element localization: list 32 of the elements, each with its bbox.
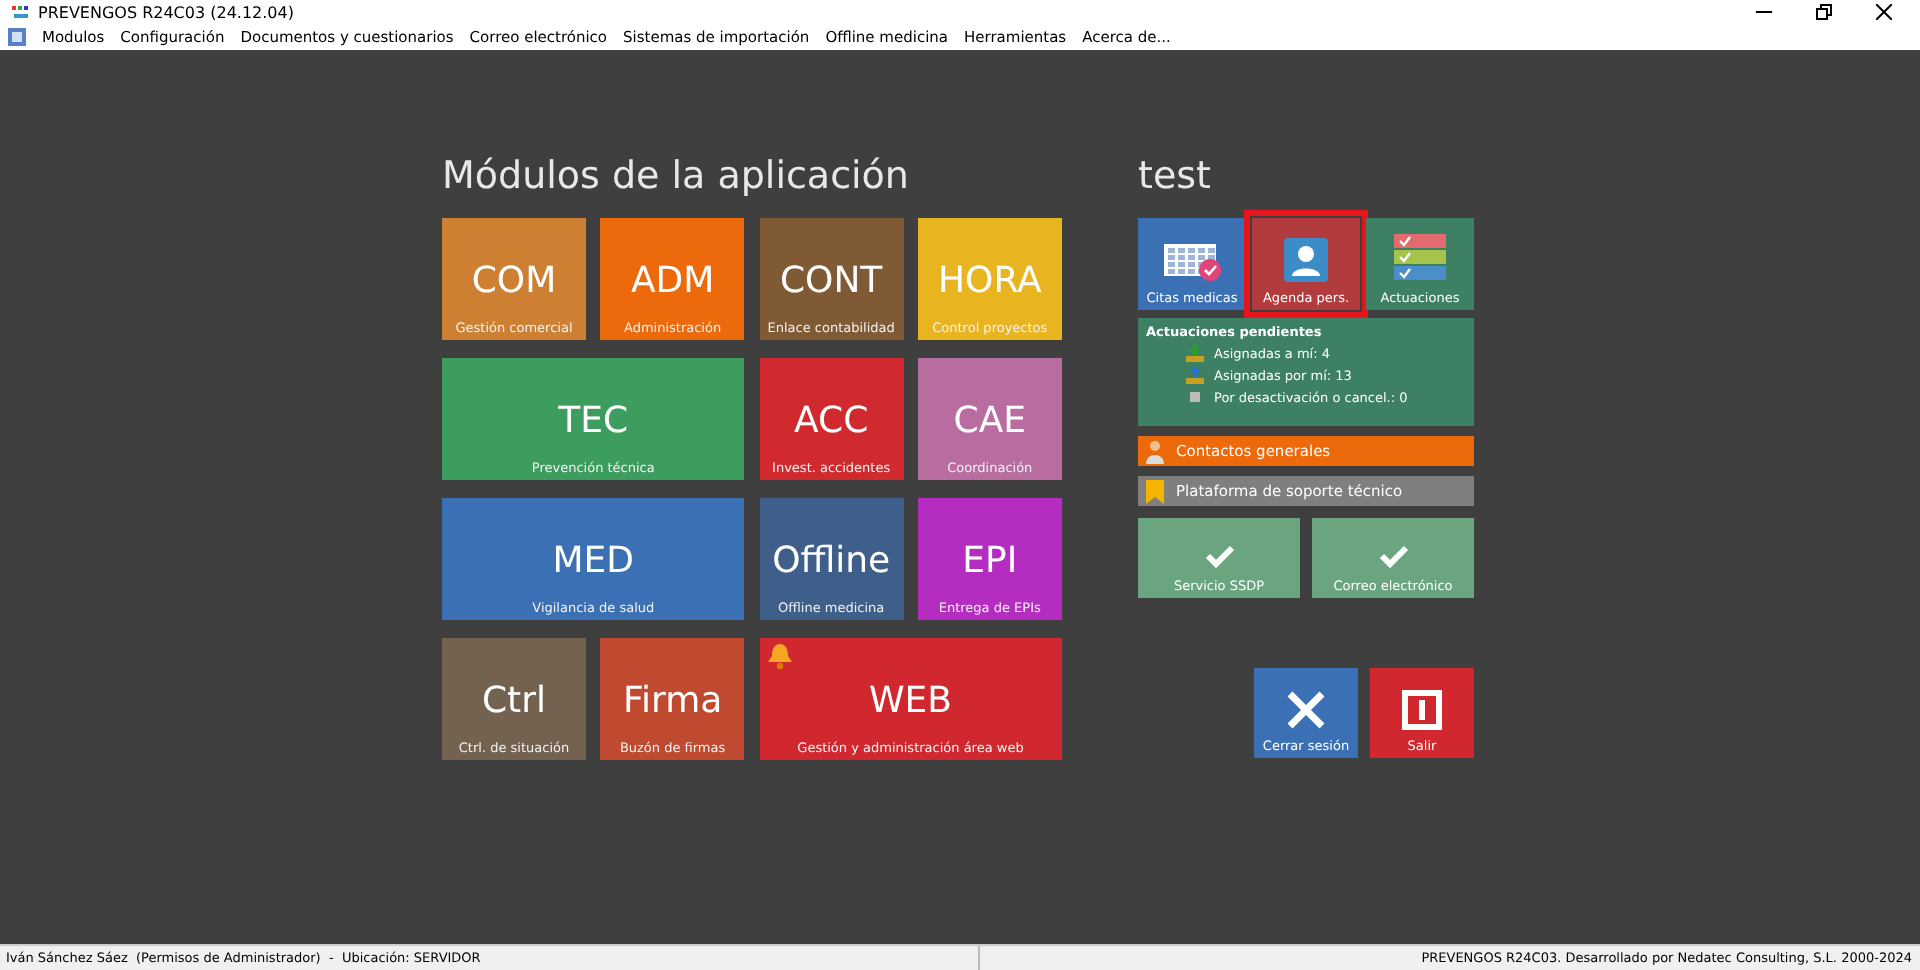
restore-icon[interactable] <box>1816 4 1832 20</box>
power-icon <box>1402 690 1442 730</box>
bookmark-icon <box>1146 479 1164 503</box>
module-code: WEB <box>868 680 952 724</box>
close-icon <box>1286 690 1326 730</box>
square-icon <box>1186 388 1204 406</box>
app-menu-icon[interactable] <box>8 28 26 46</box>
calendar-icon <box>1162 234 1222 282</box>
upload-tray-icon <box>1186 366 1204 384</box>
check-icon <box>1203 544 1235 568</box>
download-tray-icon <box>1186 344 1204 362</box>
section-heading: test <box>1138 154 1213 202</box>
check-icon <box>1377 544 1409 568</box>
module-code: Firma <box>622 680 723 724</box>
module-code: MED <box>552 540 635 584</box>
section-heading: Módulos de la aplicación <box>442 154 911 202</box>
module-code: TEC <box>558 400 629 444</box>
module-code: CONT <box>779 260 883 304</box>
close-icon[interactable] <box>1876 4 1892 20</box>
module-code: ACC <box>794 400 869 444</box>
module-code: Offline <box>772 540 891 584</box>
person-icon <box>1146 439 1164 463</box>
window-title: PREVENGOS R24C03 (24.12.04) <box>38 3 294 21</box>
app-logo-icon <box>12 5 30 19</box>
module-code: ADM <box>630 260 715 304</box>
person-icon <box>1284 238 1328 282</box>
module-code: Ctrl <box>481 680 547 724</box>
module-code: HORA <box>937 260 1042 304</box>
module-code: EPI <box>962 540 1018 584</box>
checklist-icon <box>1394 234 1446 282</box>
module-code: COM <box>471 260 557 304</box>
module-code: CAE <box>953 400 1027 444</box>
